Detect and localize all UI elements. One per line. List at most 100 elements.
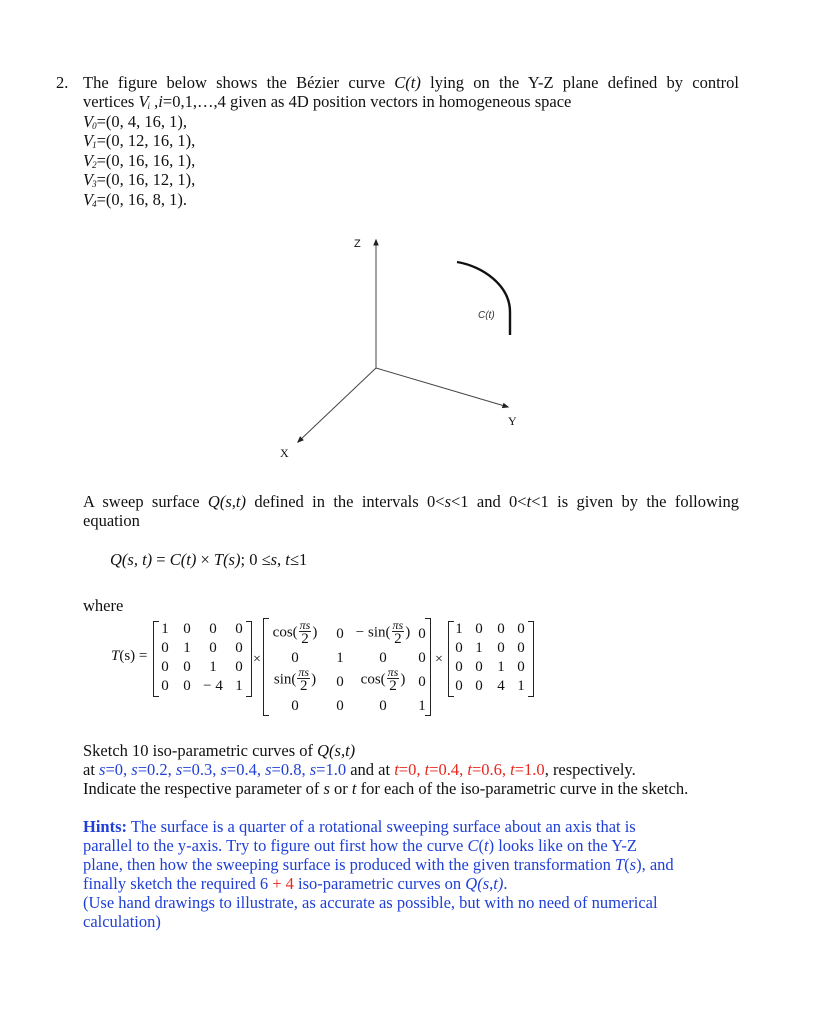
y-axis bbox=[375, 367, 510, 409]
text: at bbox=[83, 760, 100, 779]
matrix-cell: 0 bbox=[291, 650, 299, 666]
s-value: s=0.4 bbox=[220, 760, 257, 779]
text: looks like on the Y-Z bbox=[494, 836, 637, 855]
hints-label: Hints: bbox=[83, 817, 128, 836]
paren: ) bbox=[311, 671, 317, 688]
matrix-cell: 0 bbox=[291, 698, 299, 714]
matrix-cell: 0 bbox=[161, 678, 169, 694]
s-value: s=0 bbox=[99, 760, 124, 779]
matrix-cell: 0 bbox=[455, 640, 463, 656]
eq-lhs: Q(s, t) bbox=[110, 550, 153, 569]
paren: ) bbox=[400, 671, 406, 688]
task-line2: at s=0, s=0.2, s=0.3, s=0.4, s=0.8, s=1.… bbox=[83, 760, 636, 779]
fraction: πs 2 bbox=[297, 666, 311, 694]
text: , respectively. bbox=[544, 760, 636, 779]
neg-sin-text: − sin( bbox=[355, 624, 391, 641]
matrix-cell: 0 bbox=[418, 626, 426, 642]
matrix-cell: 1 bbox=[336, 650, 344, 666]
y-axis-label: Y bbox=[508, 414, 517, 428]
matrix-cell: 0 bbox=[475, 659, 483, 675]
matrix-cell: 0 bbox=[161, 640, 169, 656]
rotation-matrix: cos(πs 2) 0 − sin(πs 2) 0 0 1 0 0 sin(πs 2)… bbox=[263, 618, 431, 716]
translation-matrix-1: 1 0 0 0 0 1 0 0 0 0 1 0 0 0 − 4 1 bbox=[153, 621, 252, 697]
eq-equals: = bbox=[152, 550, 170, 569]
matrix-cell: 0 bbox=[235, 659, 243, 675]
frac-den: 2 bbox=[300, 678, 308, 694]
translation-matrix-2: 1 0 0 0 0 1 0 0 0 0 1 0 0 0 4 1 bbox=[448, 621, 534, 697]
matrix-cell: 0 bbox=[455, 678, 463, 694]
matrix-cell: 0 bbox=[336, 626, 344, 642]
text: A sweep surface bbox=[83, 492, 208, 511]
frac-den: 2 bbox=[389, 678, 397, 694]
matrix-cell: 0 bbox=[497, 640, 505, 656]
period: . bbox=[503, 874, 508, 893]
fraction: πs 2 bbox=[298, 619, 312, 647]
s-value: s=0.2 bbox=[131, 760, 168, 779]
matrix-cell: 0 bbox=[418, 650, 426, 666]
t-value: t=1.0 bbox=[510, 760, 545, 779]
s-val-5: =1.0 bbox=[316, 760, 347, 779]
frac-den: 2 bbox=[394, 631, 402, 647]
t-val-3: =1.0 bbox=[514, 760, 545, 779]
sweep-equation: Q(s, t) = C(t) × T(s); 0 ≤s, t≤1 bbox=[110, 550, 307, 569]
task-line1: Sketch 10 iso-parametric curves of Q(s,t… bbox=[83, 741, 355, 760]
multiply-symbol: × bbox=[435, 652, 443, 667]
x-axis bbox=[296, 367, 377, 443]
matrix-cell: 0 bbox=[475, 678, 483, 694]
t-val-0: =0 bbox=[398, 760, 417, 779]
matrix-cell: 1 bbox=[475, 640, 483, 656]
t-value: t=0 bbox=[394, 760, 417, 779]
text: , and bbox=[641, 855, 674, 874]
s-val-1: =0.2 bbox=[137, 760, 168, 779]
matrix-cell: 0 bbox=[379, 698, 387, 714]
text: or bbox=[329, 779, 352, 798]
text: <1 and 0< bbox=[450, 492, 527, 511]
curve-name: C bbox=[467, 836, 479, 855]
text: The surface is a quarter of a rotational… bbox=[127, 817, 636, 836]
matrix-cell: 1 bbox=[497, 659, 505, 675]
hints-line2: parallel to the y-axis. Try to figure ou… bbox=[83, 836, 637, 855]
text: iso-parametric curves on bbox=[293, 874, 466, 893]
matrix-cell: 0 bbox=[336, 674, 344, 690]
matrix-cell: 0 bbox=[209, 640, 217, 656]
sin-text: sin( bbox=[273, 671, 297, 688]
hints-line6: calculation) bbox=[83, 912, 161, 931]
matrix-cell: 0 bbox=[161, 659, 169, 675]
matrix-cell: 0 bbox=[235, 621, 243, 637]
paren: ) bbox=[312, 624, 318, 641]
transform-T: T bbox=[614, 855, 625, 874]
paren: ) bbox=[405, 624, 411, 641]
plus-four: + 4 bbox=[272, 874, 294, 893]
s-val-4: =0.8 bbox=[271, 760, 302, 779]
matrix-cell: 0 bbox=[183, 678, 191, 694]
multiply-symbol: × bbox=[253, 652, 261, 667]
s-val-2: =0.3 bbox=[182, 760, 213, 779]
matrix-cell: 0 bbox=[336, 698, 344, 714]
matrix-cell: 1 bbox=[455, 621, 463, 637]
task-line3: Indicate the respective parameter of s o… bbox=[83, 779, 688, 798]
matrix-cell: 0 bbox=[183, 659, 191, 675]
matrix-cell: 0 bbox=[475, 621, 483, 637]
bezier-curve-figure bbox=[296, 238, 512, 443]
text: and at bbox=[346, 760, 395, 779]
surface-name: Q(s,t) bbox=[207, 492, 246, 511]
transform-lhs: T(s) = bbox=[111, 648, 147, 665]
matrix-cell: 1 bbox=[183, 640, 191, 656]
s-value: s=0.8 bbox=[265, 760, 302, 779]
text: defined in the intervals 0< bbox=[245, 492, 445, 511]
t-val-2: =0.6 bbox=[471, 760, 502, 779]
matrix-cell-cos: cos(πs 2) bbox=[355, 666, 411, 694]
z-axis-label: Z bbox=[354, 238, 361, 250]
eq-range-start: ; 0 ≤ bbox=[240, 550, 271, 569]
t-value: t=0.6 bbox=[467, 760, 502, 779]
matrix-cell-neg-sin: − sin(πs 2) bbox=[351, 619, 415, 647]
text: finally sketch the required 6 bbox=[83, 874, 273, 893]
s-val-3: =0.4 bbox=[226, 760, 257, 779]
matrix-cell: 0 bbox=[418, 674, 426, 690]
surface-name: Q(s,t) bbox=[317, 741, 356, 760]
fraction: πs 2 bbox=[391, 619, 405, 647]
hints-line3: plane, then how the sweeping surface is … bbox=[83, 855, 674, 874]
matrix-cell: 0 bbox=[497, 621, 505, 637]
text: for each of the iso-parametric curve in … bbox=[356, 779, 689, 798]
matrix-cell: 0 bbox=[455, 659, 463, 675]
